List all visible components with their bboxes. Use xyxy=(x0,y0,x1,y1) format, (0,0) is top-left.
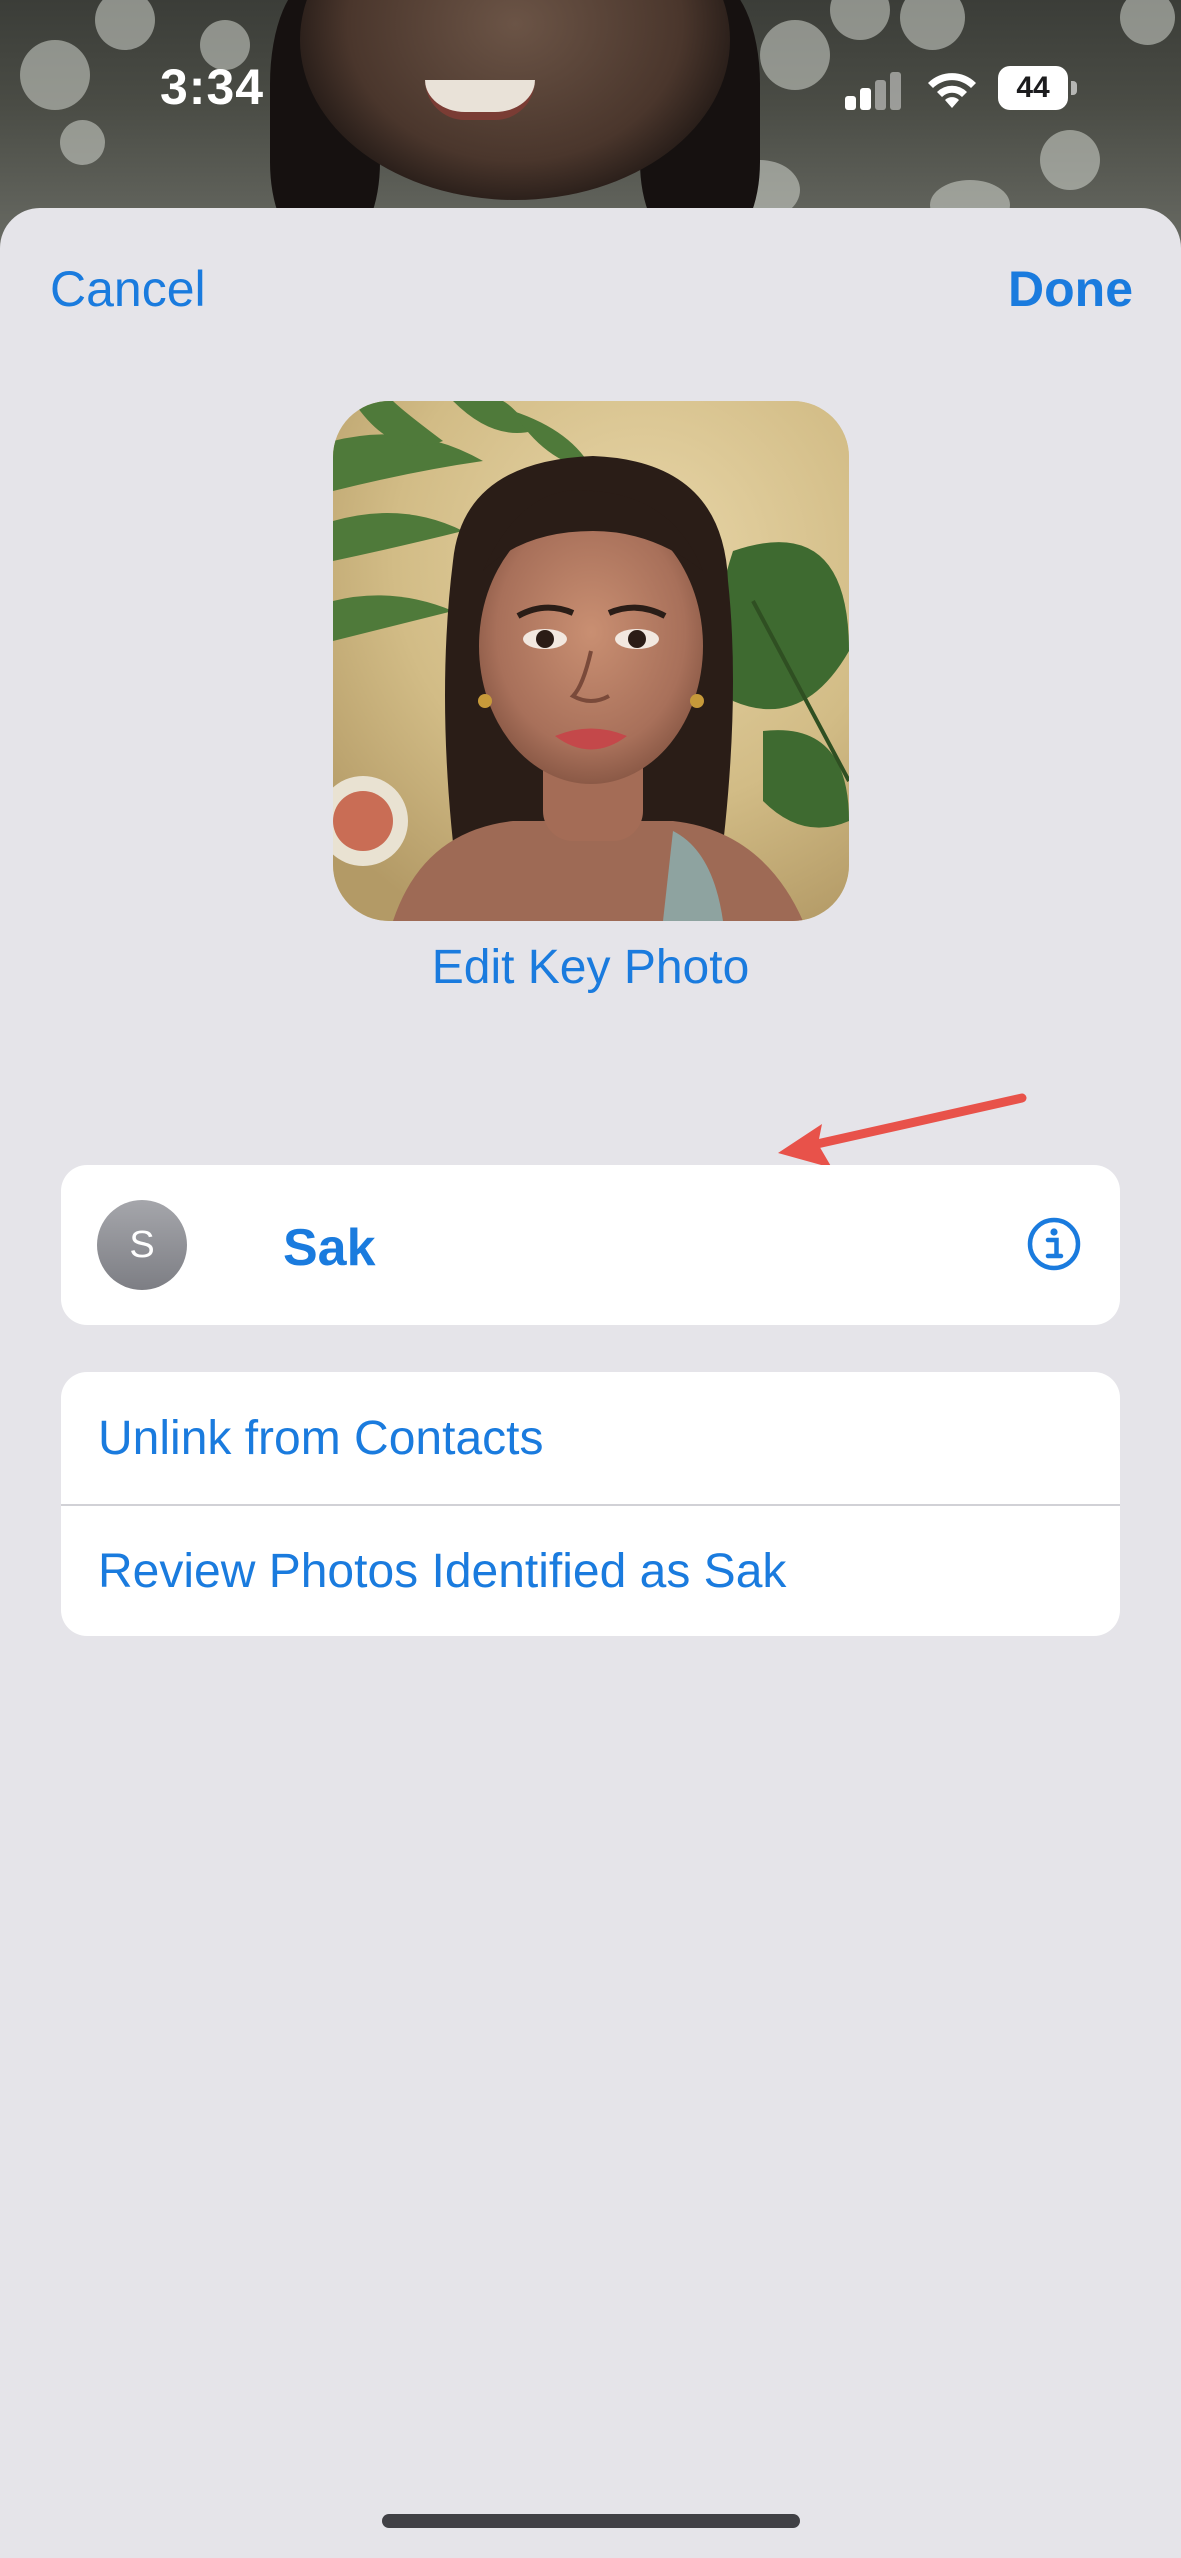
review-photos-button[interactable]: Review Photos Identified as Sak xyxy=(61,1505,1120,1636)
avatar: S xyxy=(97,1200,187,1290)
key-photo-image xyxy=(333,401,849,921)
battery-level: 44 xyxy=(998,66,1068,110)
status-bar: 3:34 44 xyxy=(0,0,1181,170)
wifi-icon xyxy=(928,73,976,108)
cancel-button[interactable]: Cancel xyxy=(50,260,206,318)
edit-person-sheet: Cancel Done Edit Key Photo S Sak Unlink … xyxy=(0,208,1181,2558)
edit-key-photo-button[interactable]: Edit Key Photo xyxy=(432,941,750,994)
key-photo[interactable] xyxy=(333,401,849,921)
cellular-signal-icon xyxy=(845,70,905,110)
unlink-from-contacts-button[interactable]: Unlink from Contacts xyxy=(61,1372,1120,1504)
contact-name[interactable]: Sak xyxy=(283,1218,376,1278)
actions-card: Unlink from Contacts Review Photos Ident… xyxy=(61,1372,1120,1636)
home-indicator[interactable] xyxy=(382,2514,800,2528)
battery-icon: 44 xyxy=(998,66,1078,110)
contact-card: S Sak xyxy=(61,1165,1120,1325)
done-button[interactable]: Done xyxy=(1008,260,1133,318)
edit-key-photo-row: Edit Key Photo xyxy=(0,940,1181,995)
status-time: 3:34 xyxy=(160,59,265,115)
info-icon[interactable] xyxy=(1026,1216,1082,1272)
